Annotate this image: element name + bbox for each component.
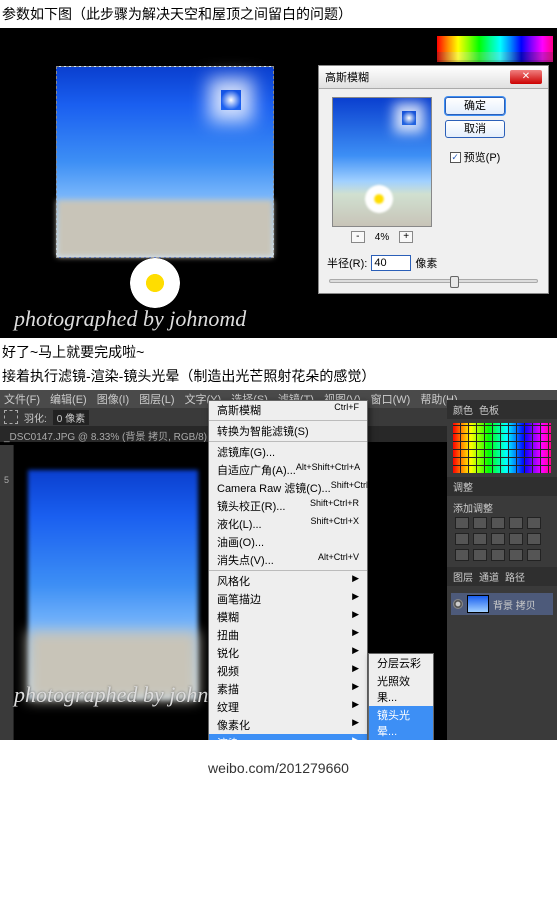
tab-label: _DSC0147.JPG @ 8.33% (背景 拷贝, RGB/8) × bbox=[4, 432, 216, 443]
channel-mixer-icon[interactable] bbox=[509, 533, 523, 545]
curves-icon[interactable] bbox=[491, 517, 505, 529]
feather-value[interactable]: 0 像素 bbox=[53, 410, 89, 425]
close-icon[interactable]: ✕ bbox=[510, 70, 542, 84]
add-adjustment-label: 添加调整 bbox=[453, 500, 551, 515]
threshold-icon[interactable] bbox=[491, 549, 505, 561]
invert-icon[interactable] bbox=[455, 549, 469, 561]
adjustment-icons-3[interactable] bbox=[453, 547, 551, 563]
layer-thumbnail[interactable] bbox=[467, 595, 489, 613]
radius-input[interactable] bbox=[371, 255, 411, 271]
menu-item[interactable]: 图层(L) bbox=[139, 391, 174, 407]
filter-menu-item[interactable]: 自适应广角(A)...Alt+Shift+Ctrl+A bbox=[209, 461, 367, 479]
filter-menu-item[interactable]: 纹理▶ bbox=[209, 698, 367, 716]
preview-label: 预览(P) bbox=[464, 149, 501, 165]
slider-thumb[interactable] bbox=[450, 276, 459, 288]
preview-checkbox[interactable]: ✓ bbox=[450, 152, 461, 163]
filter-menu-item[interactable]: 镜头校正(R)...Shift+Ctrl+R bbox=[209, 497, 367, 515]
tab-adjustments[interactable]: 调整 bbox=[453, 479, 473, 494]
ok-button[interactable]: 确定 bbox=[445, 97, 505, 115]
filter-menu-item[interactable]: 模糊▶ bbox=[209, 608, 367, 626]
canvas-image bbox=[28, 470, 198, 700]
levels-icon[interactable] bbox=[473, 517, 487, 529]
bw-icon[interactable] bbox=[473, 533, 487, 545]
menu-item[interactable]: 窗口(W) bbox=[371, 391, 411, 407]
render-submenu-item[interactable]: 镜头光晕... bbox=[369, 706, 433, 740]
filter-menu-item[interactable]: 高斯模糊Ctrl+F bbox=[209, 401, 367, 419]
filter-menu-item[interactable]: 素描▶ bbox=[209, 680, 367, 698]
filter-menu-item[interactable]: 画笔描边▶ bbox=[209, 590, 367, 608]
tab-color[interactable]: 颜色 bbox=[453, 402, 473, 417]
caption-step: 参数如下图（此步骤为解决天空和屋顶之间留白的问题） bbox=[0, 0, 557, 28]
adjust-panel-tab[interactable]: 调整 bbox=[447, 477, 557, 496]
right-panels: 颜色 色板 调整 添加调整 bbox=[447, 400, 557, 740]
menu-item[interactable]: 编辑(E) bbox=[50, 391, 87, 407]
filter-menu-item[interactable]: 转换为智能滤镜(S) bbox=[209, 420, 367, 440]
marquee-icon[interactable] bbox=[4, 410, 18, 424]
vibrance-icon[interactable] bbox=[527, 517, 541, 529]
watermark: photographed by johnomd bbox=[14, 306, 246, 332]
adjustment-icons[interactable] bbox=[453, 515, 551, 531]
dialog-title-text: 高斯模糊 bbox=[325, 69, 369, 85]
caption-lensflare: 接着执行滤镜-渲染-镜头光晕（制造出光芒照射花朵的感觉） bbox=[0, 366, 557, 390]
menu-item[interactable]: 图像(I) bbox=[97, 391, 129, 407]
dialog-titlebar[interactable]: 高斯模糊 ✕ bbox=[319, 66, 548, 89]
hue-icon[interactable] bbox=[455, 533, 469, 545]
filter-menu-item[interactable]: 像素化▶ bbox=[209, 716, 367, 734]
color-panel-tabs[interactable]: 颜色 色板 bbox=[447, 400, 557, 419]
swatches-grid[interactable] bbox=[453, 423, 551, 473]
feather-label: 羽化: bbox=[24, 410, 47, 425]
filter-menu-item[interactable]: 滤镜库(G)... bbox=[209, 441, 367, 461]
tab-swatches[interactable]: 色板 bbox=[479, 402, 499, 417]
menu-item[interactable]: 文件(F) bbox=[4, 391, 40, 407]
filter-menu-item[interactable]: 消失点(V)...Alt+Ctrl+V bbox=[209, 551, 367, 569]
canvas-selection bbox=[56, 66, 274, 258]
layer-name[interactable]: 背景 拷贝 bbox=[493, 597, 536, 612]
radius-label: 半径(R): bbox=[327, 255, 367, 271]
zoom-out-button[interactable]: - bbox=[351, 231, 365, 243]
filter-menu-dropdown[interactable]: 高斯模糊Ctrl+F转换为智能滤镜(S)滤镜库(G)...自适应广角(A)...… bbox=[208, 400, 368, 740]
swatches-strip-2 bbox=[437, 52, 553, 62]
filter-menu-item[interactable]: 锐化▶ bbox=[209, 644, 367, 662]
gaussian-blur-dialog: 高斯模糊 ✕ - 4% + 确定 取消 ✓ 预览(P) bbox=[318, 65, 549, 294]
gradient-map-icon[interactable] bbox=[509, 549, 523, 561]
selective-color-icon[interactable] bbox=[527, 549, 541, 561]
brightness-icon[interactable] bbox=[455, 517, 469, 529]
zoom-in-button[interactable]: + bbox=[399, 231, 413, 243]
render-submenu-item[interactable]: 光照效果... bbox=[369, 672, 433, 706]
screenshot-gaussian: photographed by johnomd 高斯模糊 ✕ - 4% + 确定… bbox=[0, 28, 557, 338]
filter-menu-item[interactable]: 风格化▶ bbox=[209, 570, 367, 590]
layer-row[interactable]: 背景 拷贝 bbox=[451, 593, 553, 615]
zoom-percent: 4% bbox=[375, 232, 389, 243]
visibility-icon[interactable] bbox=[453, 599, 463, 609]
filter-menu-item[interactable]: 视频▶ bbox=[209, 662, 367, 680]
exposure-icon[interactable] bbox=[509, 517, 523, 529]
render-submenu[interactable]: 分层云彩光照效果...镜头光晕...纤维... bbox=[368, 653, 434, 740]
tab-layers[interactable]: 图层 bbox=[453, 569, 473, 584]
filter-menu-item[interactable]: 液化(L)...Shift+Ctrl+X bbox=[209, 515, 367, 533]
ruler-vertical: 5 bbox=[0, 445, 14, 740]
cancel-button[interactable]: 取消 bbox=[445, 120, 505, 138]
dialog-preview[interactable] bbox=[332, 97, 432, 227]
flower bbox=[130, 258, 180, 308]
radius-unit: 像素 bbox=[415, 255, 437, 271]
lut-icon[interactable] bbox=[527, 533, 541, 545]
radius-slider[interactable] bbox=[329, 279, 538, 283]
posterize-icon[interactable] bbox=[473, 549, 487, 561]
preview-flower bbox=[364, 184, 394, 214]
photo-filter-icon[interactable] bbox=[491, 533, 505, 545]
tab-paths[interactable]: 路径 bbox=[505, 569, 525, 584]
screenshot-filter-menu: 文件(F)编辑(E)图像(I)图层(L)文字(Y)选择(S)滤镜(T)视图(V)… bbox=[0, 390, 557, 740]
building-blur bbox=[57, 200, 273, 257]
filter-menu-item[interactable]: Camera Raw 滤镜(C)...Shift+Ctrl+A bbox=[209, 479, 367, 497]
render-submenu-item[interactable]: 分层云彩 bbox=[369, 654, 433, 672]
filter-menu-item[interactable]: 油画(O)... bbox=[209, 533, 367, 551]
adjustment-icons-2[interactable] bbox=[453, 531, 551, 547]
caption-done: 好了~马上就要完成啦~ bbox=[0, 338, 557, 366]
tab-channels[interactable]: 通道 bbox=[479, 569, 499, 584]
filter-menu-item[interactable]: 渲染▶ bbox=[209, 734, 367, 740]
layers-panel-tabs[interactable]: 图层 通道 路径 bbox=[447, 567, 557, 586]
source-footer: weibo.com/201279660 bbox=[0, 740, 557, 786]
ruler-tick: 5 bbox=[0, 445, 13, 485]
filter-menu-item[interactable]: 扭曲▶ bbox=[209, 626, 367, 644]
